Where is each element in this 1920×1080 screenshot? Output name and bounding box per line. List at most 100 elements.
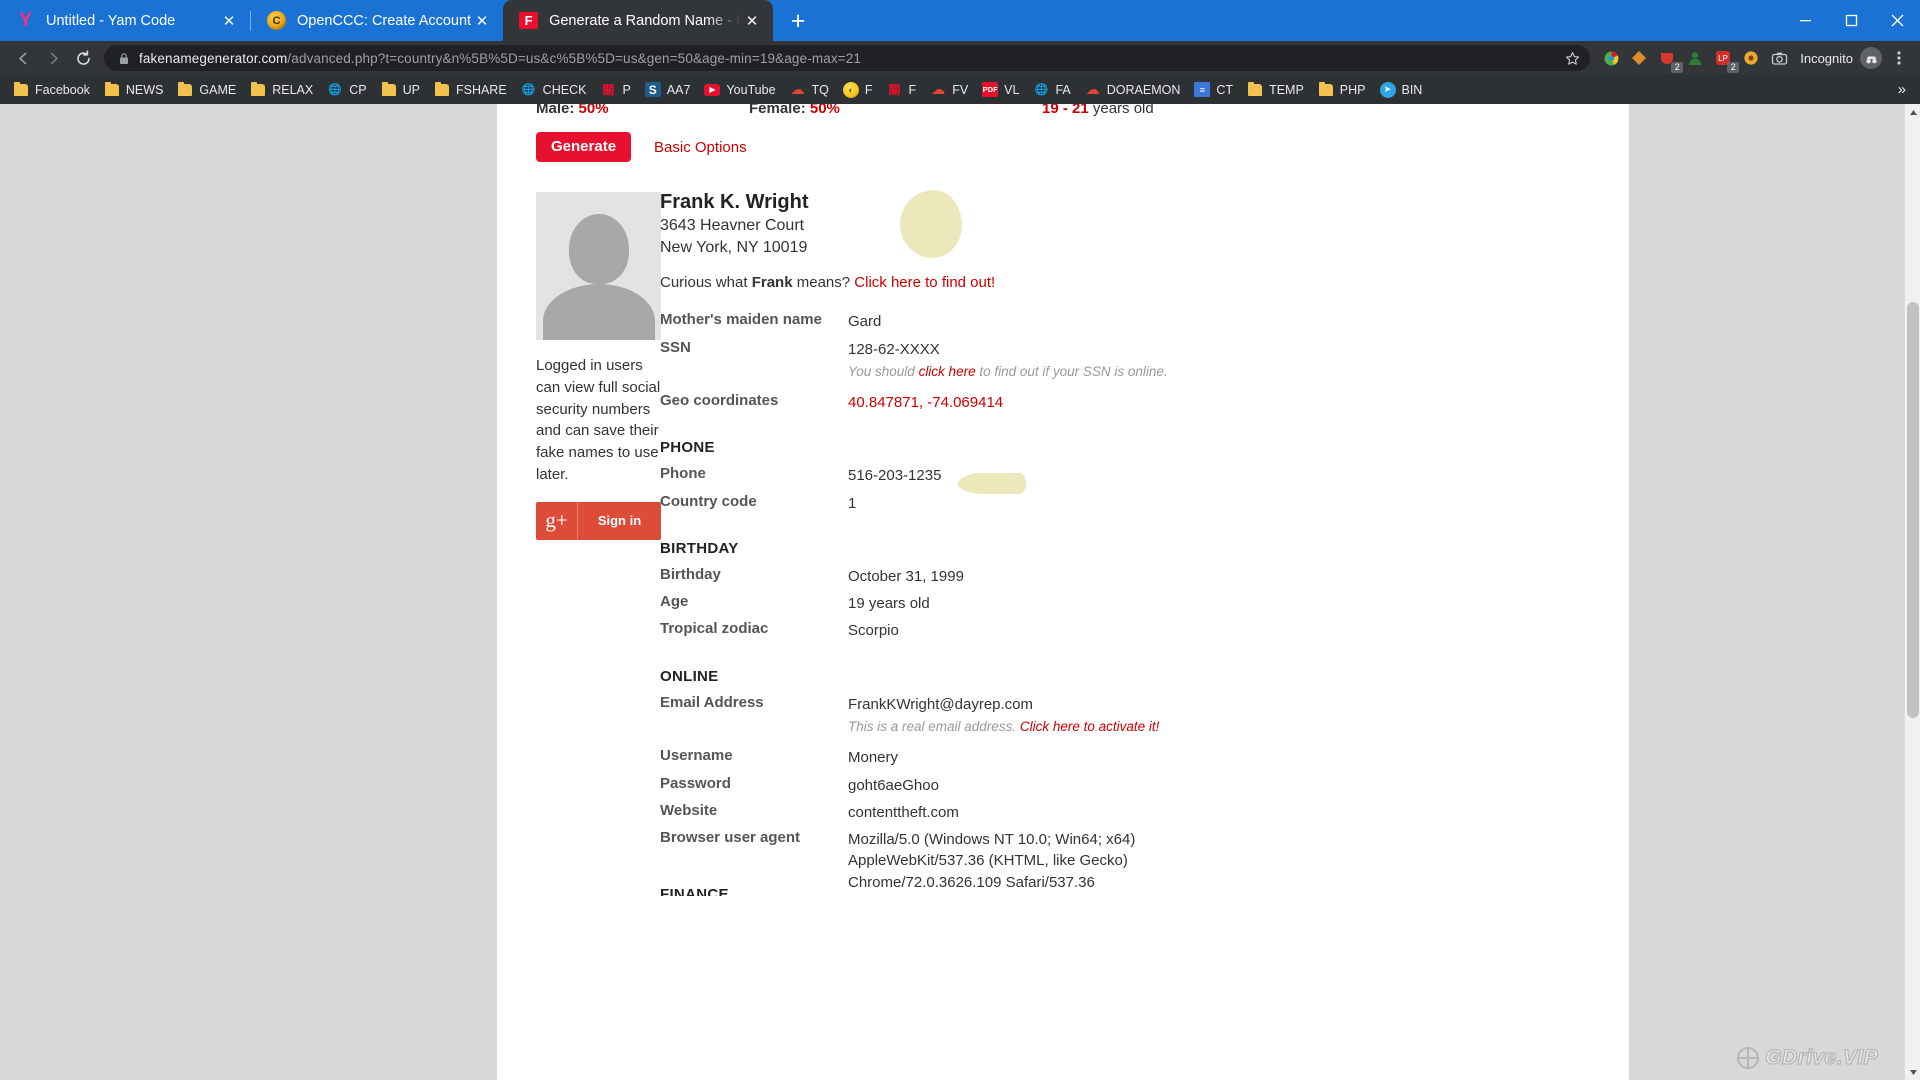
field-label: Username (660, 747, 733, 765)
bookmark-item[interactable]: RELAX (243, 78, 320, 101)
bookmark-item[interactable]: ☁ FV (923, 78, 975, 101)
bookmark-item[interactable]: ▶ YouTube (697, 78, 782, 101)
field-value: Scorpio (848, 622, 899, 640)
browser-tab-1[interactable]: C OpenCCC: Create Account ✕ (251, 0, 503, 41)
tab-strip: Y Untitled - Yam Code ✕ C OpenCCC: Creat… (0, 0, 1920, 41)
bookmark-label: FV (952, 82, 969, 97)
extension-colorful-icon[interactable] (1598, 45, 1624, 71)
user-agent-line: AppleWebKit/537.36 (KHTML, like Gecko) (848, 852, 1128, 870)
doc-icon: ≡ (1194, 82, 1211, 97)
bookmark-item[interactable]: S AA7 (638, 78, 698, 101)
bookmark-item[interactable]: Facebook (6, 78, 97, 101)
field-label: Browser user agent (660, 829, 801, 847)
bookmark-label: FSHARE (455, 82, 507, 97)
navigation-toolbar: fakenamegenerator.com/advanced.php?t=cou… (0, 41, 1920, 75)
bookmark-item[interactable]: 🌐 CHECK (514, 78, 594, 101)
age-range: 19 - 21 years old (1042, 104, 1154, 117)
url-path: /advanced.php?t=country&n%5B%5D=us&c%5B%… (287, 50, 862, 66)
curious-name: Frank (751, 274, 793, 292)
star-icon[interactable] (1565, 51, 1580, 66)
field-value: goht6aeGhoo (848, 776, 939, 794)
tab-close-button[interactable]: ✕ (741, 10, 763, 32)
extension-red-icon[interactable]: 2 (1654, 45, 1684, 73)
bookmark-label: YouTube (726, 82, 776, 97)
profile-indicator[interactable]: Incognito (1800, 47, 1882, 69)
extension-orange-icon[interactable] (1626, 45, 1652, 71)
yellow-circle-icon: ◐ (842, 81, 859, 98)
tab-close-button[interactable]: ✕ (218, 10, 240, 32)
folder-icon (177, 81, 193, 98)
field-value: Monery (848, 749, 899, 767)
field-label: Website (660, 801, 718, 819)
bookmark-item[interactable]: 關P (593, 78, 637, 101)
extension-camera-icon[interactable] (1766, 45, 1792, 71)
extension-yellow-icon[interactable] (1738, 45, 1764, 71)
bookmark-label: TEMP (1269, 82, 1304, 97)
field-row: Birthday October 31, 1999 (660, 566, 1560, 587)
reload-button[interactable] (68, 43, 98, 73)
bookmark-item[interactable]: PDF VL (975, 78, 1026, 101)
field-row: Geo coordinates 40.847871, -74.069414 (660, 392, 1560, 413)
bookmark-item[interactable]: PHP (1311, 78, 1373, 101)
bookmark-item[interactable]: NEWS (97, 78, 171, 101)
field-row: Password goht6aeGhoo (660, 775, 1560, 796)
bookmark-item[interactable]: ☁ TQ (783, 78, 836, 101)
ssn-check-link[interactable]: click here (919, 364, 976, 379)
browser-tab-2-active[interactable]: F Generate a Random Name - Fake ✕ (503, 0, 774, 41)
email-activate-link[interactable]: Click here to activate it! (1020, 719, 1160, 734)
maximize-icon[interactable] (1828, 0, 1874, 41)
bookmark-label: GAME (199, 82, 237, 97)
basic-options-link[interactable]: Basic Options (654, 139, 747, 156)
new-tab-button[interactable]: + (781, 4, 815, 38)
bookmark-item[interactable]: ➤ BIN (1373, 78, 1430, 101)
scroll-down-arrow[interactable] (1905, 1064, 1920, 1080)
bookmarks-overflow-button[interactable]: » (1890, 81, 1914, 98)
name-meaning-link[interactable]: Click here to find out! (854, 274, 995, 291)
address-bar[interactable]: fakenamegenerator.com/advanced.php?t=cou… (104, 45, 1591, 71)
forward-button[interactable] (38, 43, 68, 73)
bookmark-item[interactable]: UP (374, 78, 427, 101)
google-signin-button[interactable]: g+ Sign in (536, 501, 661, 540)
field-value: October 31, 1999 (848, 567, 964, 585)
field-value: Gard (848, 313, 882, 331)
bookmark-item[interactable]: ≡ CT (1187, 78, 1240, 101)
tab-close-button[interactable]: ✕ (471, 10, 493, 32)
scroll-up-arrow[interactable] (1905, 104, 1920, 120)
field-label: Tropical zodiac (660, 620, 769, 638)
url-domain: fakenamegenerator.com (139, 50, 288, 66)
bookmark-item[interactable]: 🌐 FA (1026, 78, 1077, 101)
field-value: 516-203-1235 (848, 467, 942, 485)
bookmark-item[interactable]: ◐ F (836, 78, 880, 101)
bookmark-item[interactable]: ☁ DORAEMON (1078, 78, 1188, 101)
name-meaning-prompt: Curious what Frank means? Click here to … (660, 274, 996, 292)
field-value: 19 years old (848, 595, 930, 613)
birthday-fields: Birthday October 31, 1999 Age 19 years o… (660, 566, 1560, 642)
bookmark-label: FA (1055, 82, 1071, 97)
extension-person-icon[interactable] (1682, 45, 1708, 71)
bookmark-item[interactable]: GAME (170, 78, 243, 101)
folder-icon (1247, 81, 1263, 98)
bookmark-item[interactable]: 關F (880, 78, 924, 101)
bookmark-item[interactable]: 🌐 CP (320, 78, 373, 101)
page-scrollbar[interactable] (1904, 104, 1920, 1080)
url-text: fakenamegenerator.com/advanced.php?t=cou… (139, 51, 1557, 66)
geo-coordinates-value: 40.847871, -74.069414 (848, 393, 1004, 411)
browser-menu-button[interactable] (1886, 50, 1912, 66)
bookmark-label: F (908, 82, 917, 97)
scrollbar-thumb[interactable] (1907, 302, 1919, 718)
ssn-value: 128-62-XXXX (848, 340, 940, 358)
globe-icon: 🌐 (1034, 84, 1049, 96)
avatar-body (542, 284, 655, 340)
online-fields: Email Address FrankKWright@dayrep.com Th… (660, 694, 1560, 893)
minimize-icon[interactable] (1782, 0, 1828, 41)
section-heading-finance: FINANCE (660, 886, 729, 896)
extension-lastpass-icon[interactable]: LP 2 (1710, 45, 1740, 73)
generate-button[interactable]: Generate (536, 132, 632, 162)
close-icon[interactable] (1874, 0, 1920, 41)
back-button[interactable] (8, 43, 38, 73)
bookmark-item[interactable]: FSHARE (427, 78, 514, 101)
browser-tab-0[interactable]: Y Untitled - Yam Code ✕ (0, 0, 250, 41)
field-value: contenttheft.com (848, 803, 959, 821)
email-value: FrankKWright@dayrep.com (848, 695, 1034, 713)
bookmark-item[interactable]: TEMP (1240, 78, 1311, 101)
